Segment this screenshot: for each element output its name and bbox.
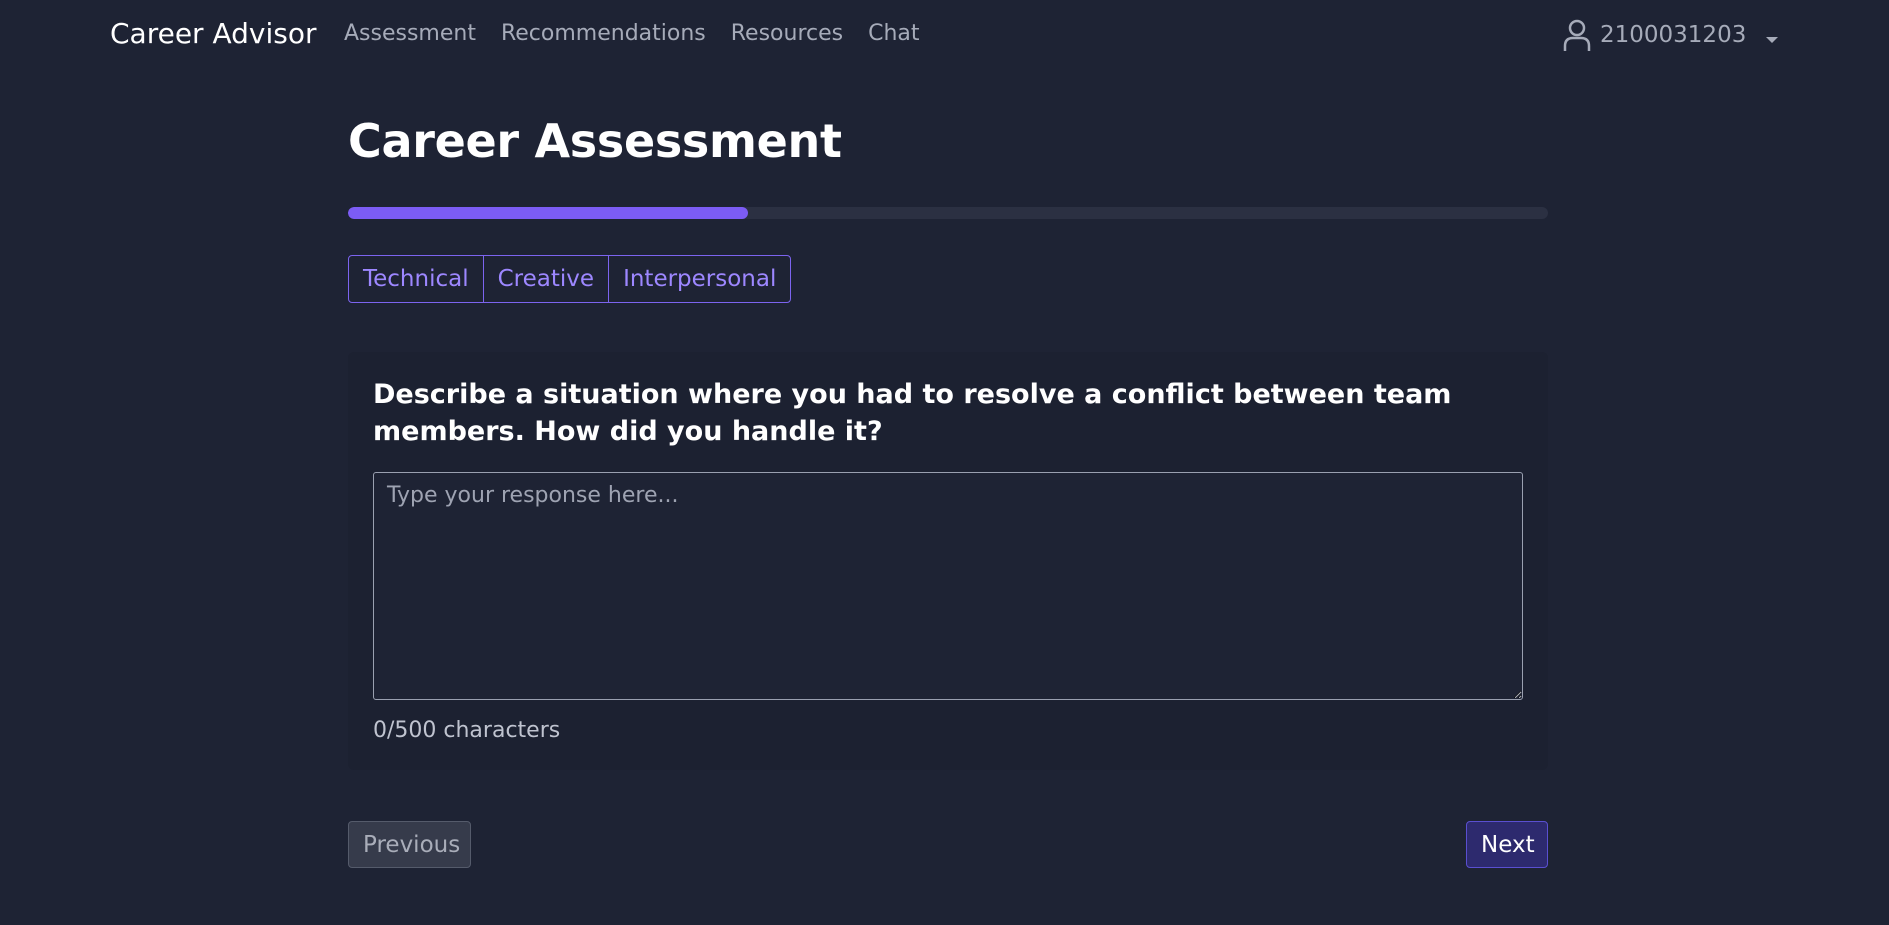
brand-logo[interactable]: Career Advisor (110, 17, 317, 50)
question-card: Describe a situation where you had to re… (348, 352, 1548, 770)
caret-down-icon (1764, 30, 1780, 43)
user-name: 2100031203 (1600, 22, 1747, 48)
tab-creative[interactable]: Creative (484, 256, 610, 302)
tab-technical[interactable]: Technical (349, 256, 484, 302)
page-title: Career Assessment (348, 114, 842, 168)
category-tabs: Technical Creative Interpersonal (348, 255, 792, 303)
question-text: Describe a situation where you had to re… (373, 379, 1452, 447)
nav-link-assessment[interactable]: Assessment (344, 21, 476, 46)
top-navbar: Career Advisor Assessment Recommendation… (0, 0, 1889, 70)
next-button[interactable]: Next (1466, 821, 1548, 868)
character-counter: 0/500 characters (373, 718, 561, 743)
nav-link-chat[interactable]: Chat (868, 21, 919, 46)
tab-interpersonal[interactable]: Interpersonal (609, 256, 790, 302)
previous-button[interactable]: Previous (348, 821, 471, 868)
response-textarea[interactable] (373, 472, 1523, 700)
nav-links: Assessment Recommendations Resources Cha… (344, 21, 920, 46)
nav-link-resources[interactable]: Resources (731, 21, 843, 46)
progress-fill (348, 207, 748, 219)
nav-link-recommendations[interactable]: Recommendations (501, 21, 706, 46)
assessment-progress-bar (348, 207, 1548, 219)
user-menu-dropdown[interactable]: 2100031203 (1562, 18, 1780, 52)
user-icon (1562, 18, 1592, 52)
